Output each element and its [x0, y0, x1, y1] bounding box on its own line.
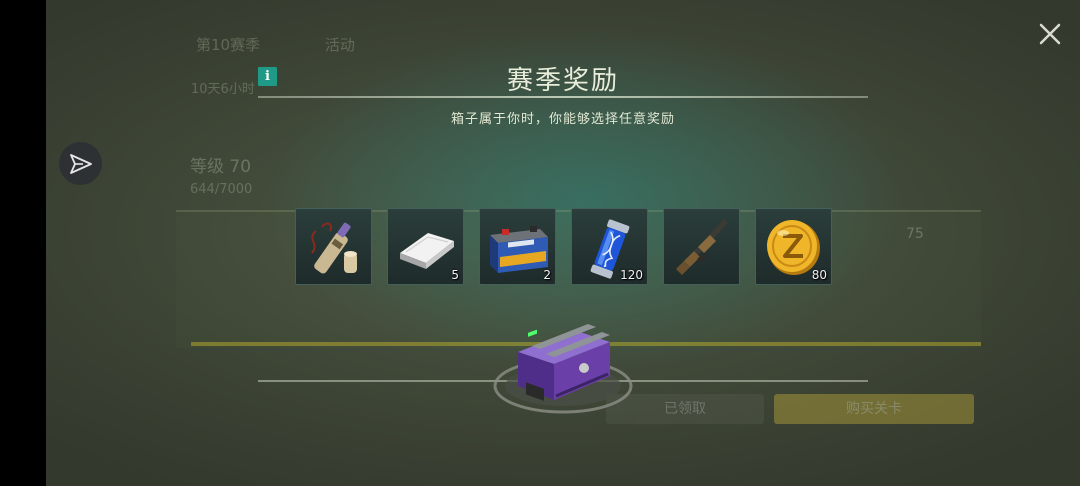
game-screen: 第10赛季 活动 10天6小时 等级 70 644/7000 75 已领取 购买… [0, 0, 1080, 486]
reward-tile-dna-capsule[interactable]: 120 [571, 208, 648, 285]
bg-exp: 644/7000 [190, 182, 253, 197]
reward-list: 5 2 120 80 [295, 208, 835, 286]
modal-title: 赛季奖励 [506, 66, 619, 96]
bg-tabs: 第10赛季 活动 [196, 34, 415, 55]
left-edge-bar [0, 0, 46, 486]
bg-tab-season: 第10赛季 [196, 36, 261, 54]
send-arrow-icon [69, 153, 92, 174]
bg-timer: 10天6小时 [191, 82, 255, 97]
season-chest[interactable] [492, 318, 634, 414]
bg-rank: 75 [906, 226, 924, 242]
reward-tile-silver-bar[interactable]: 5 [387, 208, 464, 285]
close-icon [1039, 23, 1061, 45]
bg-level: 等级 70 [190, 157, 252, 177]
close-button[interactable] [1036, 20, 1064, 48]
purple-chest-icon [493, 324, 633, 414]
reward-tile-rifle[interactable] [663, 208, 740, 285]
reward-tile-gold-coin[interactable]: 80 [755, 208, 832, 285]
modal-subtitle: 箱子属于你时，你能够选择任意奖励 [450, 112, 675, 127]
reward-tile-scroll[interactable] [295, 208, 372, 285]
reward-tile-battery[interactable]: 2 [479, 208, 556, 285]
share-button[interactable] [59, 142, 102, 185]
bg-buy-level-button: 购买关卡 [774, 394, 974, 424]
reward-count: 2 [543, 268, 551, 282]
reward-count: 80 [811, 268, 827, 282]
reward-count: 120 [620, 268, 643, 282]
reward-count: 5 [451, 268, 459, 282]
bg-tab-event: 活动 [324, 36, 355, 54]
rifle-icon [676, 219, 728, 275]
title-divider [258, 96, 868, 98]
scroll-icon [311, 222, 357, 274]
